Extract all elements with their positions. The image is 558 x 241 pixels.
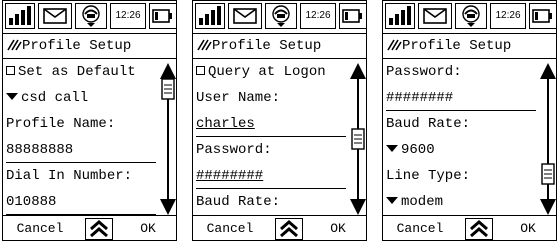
page-title: Profile Setup	[212, 38, 322, 54]
scroll-up-arrow-icon	[160, 63, 176, 79]
scrollbar[interactable]	[350, 63, 366, 215]
field-label-text: Profile Name:	[6, 116, 116, 132]
checkbox-label: Query at Logon	[208, 64, 326, 80]
phone-icon[interactable]	[75, 3, 107, 29]
dropdown-select[interactable]: 9600	[386, 137, 536, 163]
battery-icon	[339, 3, 366, 29]
cancel-button[interactable]: Cancel	[5, 216, 75, 240]
scroll-down-arrow-icon	[350, 199, 366, 215]
field-label-text: Password:	[196, 142, 272, 158]
checkbox-option[interactable]: Query at Logon	[196, 59, 346, 85]
scrollbar[interactable]	[540, 63, 556, 215]
double-chevron-up-icon	[90, 220, 108, 238]
checkbox-icon[interactable]	[196, 66, 205, 75]
mail-icon[interactable]	[418, 3, 452, 29]
field-value: 010888	[6, 194, 57, 210]
dropdown-select[interactable]: csd call	[6, 85, 156, 111]
text-field[interactable]: ########	[196, 163, 346, 189]
status-bar: 12:26	[3, 1, 176, 32]
battery-icon	[529, 3, 556, 29]
field-label-text: Baud Rate:	[386, 116, 471, 132]
field-value: ########	[386, 90, 454, 106]
form-content: Password: ######## Baud Rate: 9600 Line …	[383, 59, 556, 215]
field-value: 88888888	[6, 142, 74, 158]
cancel-button[interactable]: Cancel	[195, 216, 265, 240]
text-field[interactable]: charles	[196, 111, 346, 137]
field-label: Password:	[386, 59, 536, 85]
scroll-up-button[interactable]	[275, 218, 303, 240]
page-title: Profile Setup	[22, 38, 132, 54]
softkey-bar: Cancel OK	[193, 215, 366, 240]
battery-icon	[149, 3, 176, 29]
field-label: Baud Rate:	[196, 189, 346, 215]
page-title-bar: Profile Setup	[3, 33, 176, 59]
settings-wrench-icon	[6, 36, 22, 51]
field-label: Dial In Number:	[6, 163, 156, 189]
field-label: Password:	[196, 137, 346, 163]
phone-icon[interactable]	[455, 3, 487, 29]
clock-display: 12:26	[300, 3, 336, 29]
signal-strength-icon	[195, 3, 225, 29]
page-title-bar: Profile Setup	[193, 33, 366, 59]
ok-button[interactable]: OK	[123, 216, 173, 240]
status-bar: 12:26	[193, 1, 366, 32]
scroll-down-arrow-icon	[540, 199, 556, 215]
field-label-text: Password:	[386, 64, 462, 80]
dropdown-arrow-icon[interactable]	[386, 197, 398, 204]
double-chevron-up-icon	[470, 220, 488, 238]
dropdown-arrow-icon[interactable]	[386, 145, 398, 152]
field-label-text: Baud Rate:	[196, 194, 281, 210]
phone-screen: 12:26 Profile Setup Password: ######## B…	[382, 0, 557, 241]
dropdown-select[interactable]: modem	[386, 189, 536, 215]
double-chevron-up-icon	[280, 220, 298, 238]
signal-strength-icon	[5, 3, 35, 29]
dropdown-value: 9600	[401, 142, 435, 158]
phone-screen: 12:26 Profile Setup Set as Default csd c…	[2, 0, 177, 241]
checkbox-option[interactable]: Set as Default	[6, 59, 156, 85]
status-bar: 12:26	[383, 1, 556, 32]
text-field[interactable]: 88888888	[6, 137, 156, 163]
form-content: Set as Default csd call Profile Name: 88…	[3, 59, 176, 215]
clock-display: 12:26	[490, 3, 526, 29]
scroll-up-arrow-icon	[350, 63, 366, 79]
settings-wrench-icon	[196, 36, 212, 51]
field-label-text: Dial In Number:	[6, 168, 133, 184]
checkbox-label: Set as Default	[18, 64, 136, 80]
dropdown-value: modem	[401, 194, 444, 210]
field-label-text: User Name:	[196, 90, 281, 106]
phone-icon[interactable]	[265, 3, 297, 29]
signal-strength-icon	[385, 3, 415, 29]
mail-icon[interactable]	[38, 3, 72, 29]
page-title-bar: Profile Setup	[383, 33, 556, 59]
phone-screen: 12:26 Profile Setup Query at Logon User …	[192, 0, 367, 241]
scroll-up-button[interactable]	[465, 218, 493, 240]
field-label: Baud Rate:	[386, 111, 536, 137]
cancel-button[interactable]: Cancel	[385, 216, 455, 240]
scroll-down-arrow-icon	[160, 199, 176, 215]
scrollbar[interactable]	[160, 63, 176, 215]
text-field[interactable]: 010888	[6, 189, 156, 215]
form-content: Query at Logon User Name: charles Passwo…	[193, 59, 366, 215]
field-label: Line Type:	[386, 163, 536, 189]
field-label: User Name:	[196, 85, 346, 111]
field-label-text: Line Type:	[386, 168, 471, 184]
softkey-bar: Cancel OK	[383, 215, 556, 240]
checkbox-icon[interactable]	[6, 66, 15, 75]
settings-wrench-icon	[386, 36, 402, 51]
ok-button[interactable]: OK	[313, 216, 363, 240]
field-value: ########	[196, 168, 264, 184]
scroll-up-arrow-icon	[540, 63, 556, 79]
ok-button[interactable]: OK	[503, 216, 553, 240]
mail-icon[interactable]	[228, 3, 262, 29]
clock-display: 12:26	[110, 3, 146, 29]
field-label: Profile Name:	[6, 111, 156, 137]
text-field[interactable]: ########	[386, 85, 536, 111]
dropdown-value: csd call	[21, 90, 89, 106]
page-title: Profile Setup	[402, 38, 512, 54]
softkey-bar: Cancel OK	[3, 215, 176, 240]
field-value: charles	[196, 116, 255, 132]
scroll-up-button[interactable]	[85, 218, 113, 240]
dropdown-arrow-icon[interactable]	[6, 93, 18, 100]
